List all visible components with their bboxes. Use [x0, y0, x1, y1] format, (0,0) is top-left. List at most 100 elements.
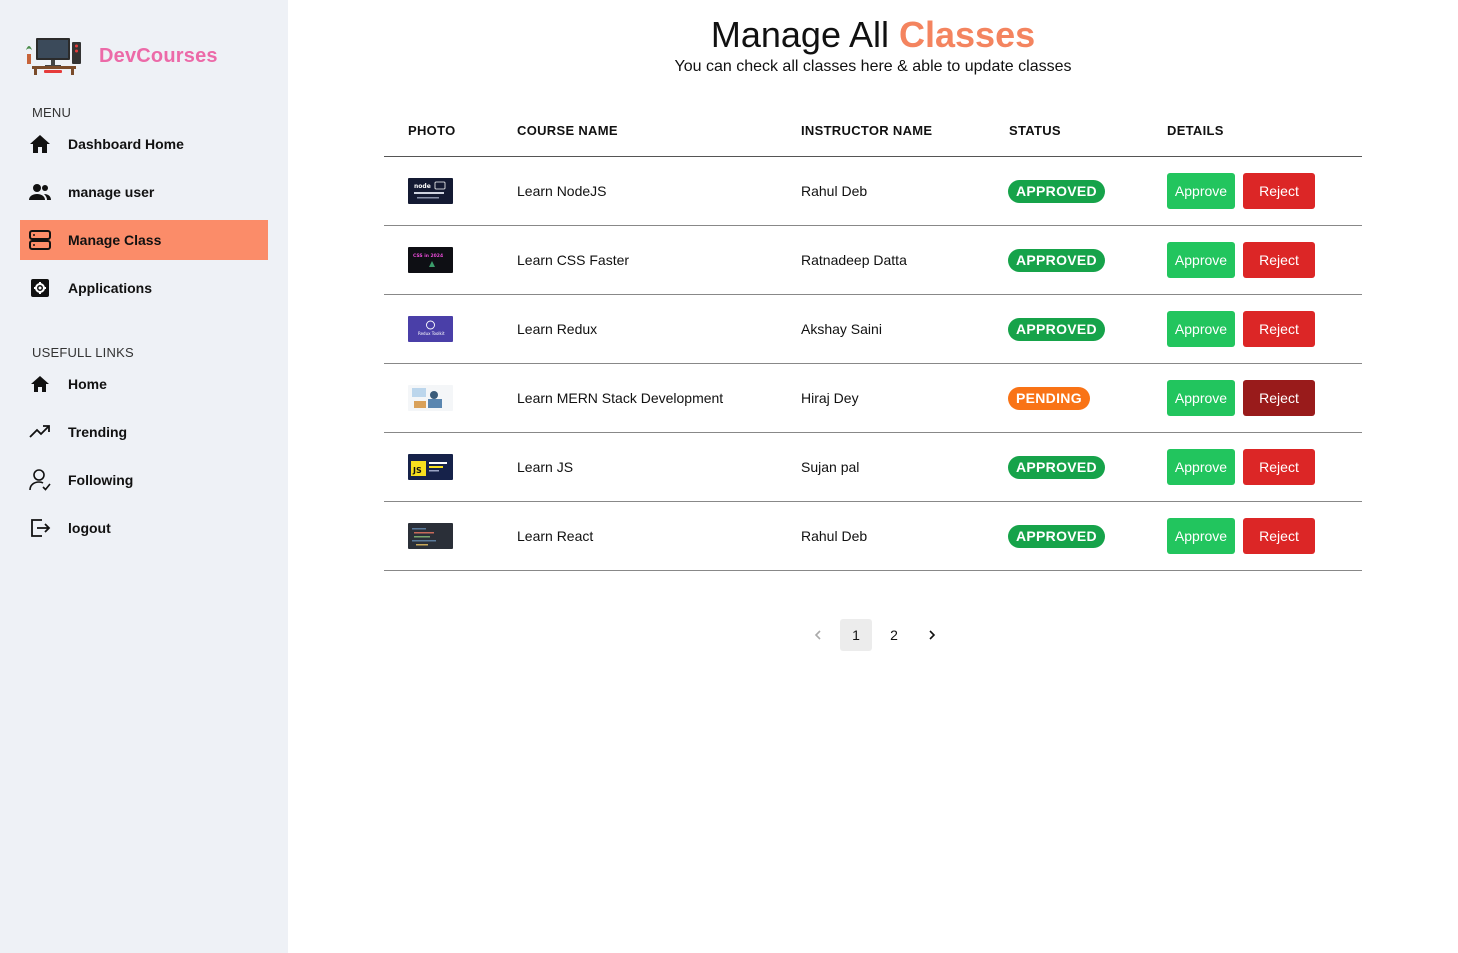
page-title-main: Manage All	[710, 14, 899, 55]
photo-cell: Redux Toolkit	[408, 295, 453, 363]
status-badge: APPROVED	[1008, 524, 1105, 548]
sidebar-item-applications[interactable]: Applications	[20, 268, 268, 308]
status-badge: APPROVED	[1008, 317, 1105, 341]
mern-thumbnail-icon	[408, 385, 453, 411]
status-cell: PENDING	[1008, 364, 1090, 432]
sidebar-item-logout[interactable]: logout	[20, 508, 268, 548]
user-check-icon	[28, 468, 52, 492]
thumb-text: Redux Toolkit	[418, 331, 445, 336]
course-name-cell: Learn CSS Faster	[517, 252, 630, 268]
sidebar: DevCourses MENU Dashboard Home manage us…	[0, 0, 288, 953]
course-name-cell: Learn MERN Stack Development	[517, 390, 724, 406]
reject-button[interactable]: Reject	[1243, 242, 1315, 278]
instructor-name-cell: Hiraj Dey	[801, 390, 859, 406]
sidebar-item-label: Home	[68, 376, 107, 392]
course-name-cell: Learn React	[517, 528, 594, 544]
reject-button[interactable]: Reject	[1243, 449, 1315, 485]
previous-page-button[interactable]	[802, 619, 834, 651]
sidebar-item-label: Manage Class	[68, 232, 162, 248]
home-icon	[28, 372, 52, 396]
status-badge: APPROVED	[1008, 455, 1105, 479]
thumb-text: JS	[412, 466, 422, 475]
reject-button[interactable]: Reject	[1243, 311, 1315, 347]
approve-button[interactable]: Approve	[1167, 518, 1235, 554]
instructor-name-cell: Akshay Saini	[801, 321, 882, 337]
photo-cell: node	[408, 157, 453, 225]
sidebar-item-trending[interactable]: Trending	[20, 412, 268, 452]
column-header-course-name: COURSE NAME	[517, 123, 618, 138]
main-content: Manage All Classes You can check all cla…	[288, 0, 1458, 953]
page-subtitle: You can check all classes here & able to…	[674, 58, 1072, 75]
menu-section-label: MENU	[32, 105, 72, 120]
photo-cell: JS	[408, 433, 453, 501]
details-cell: Approve Reject	[1167, 364, 1315, 432]
instructor-name-cell: Ratnadeep Datta	[801, 252, 907, 268]
links-section-label: USEFULL LINKS	[32, 345, 134, 360]
approve-button[interactable]: Approve	[1167, 449, 1235, 485]
table-row: node Learn NodeJS Rahul Deb APPROVED App…	[384, 157, 1362, 226]
course-name-cell: Learn Redux	[517, 321, 598, 337]
sidebar-item-label: Following	[68, 472, 134, 488]
reject-button[interactable]: Reject	[1243, 173, 1315, 209]
instructor-name-cell: Rahul Deb	[801, 528, 868, 544]
brand-name: DevCourses	[99, 44, 218, 67]
logout-icon	[28, 516, 52, 540]
css-thumbnail-icon: CSS in 2024	[408, 247, 453, 273]
instructor-name-cell: Sujan pal	[801, 459, 860, 475]
sidebar-item-manage-user[interactable]: manage user	[20, 172, 268, 212]
table-header: PHOTO COURSE NAME INSTRUCTOR NAME STATUS…	[384, 104, 1362, 157]
js-thumbnail-icon: JS	[408, 454, 453, 480]
photo-cell: CSS in 2024	[408, 226, 453, 294]
reject-button[interactable]: Reject	[1243, 518, 1315, 554]
approve-button[interactable]: Approve	[1167, 380, 1235, 416]
column-header-details: DETAILS	[1167, 123, 1224, 138]
sidebar-item-manage-class[interactable]: Manage Class	[20, 220, 268, 260]
column-header-status: STATUS	[1009, 123, 1061, 138]
table-row: CSS in 2024 Learn CSS Faster Ratnadeep D…	[384, 226, 1362, 295]
brand[interactable]: DevCourses	[22, 36, 218, 76]
server-icon	[28, 228, 52, 252]
sidebar-item-following[interactable]: Following	[20, 460, 268, 500]
next-page-button[interactable]	[916, 619, 948, 651]
status-cell: APPROVED	[1008, 226, 1105, 294]
table-row: Learn React Rahul Deb APPROVED Approve R…	[384, 502, 1362, 571]
node-thumbnail-icon: node	[408, 178, 453, 204]
pagination: 1 2	[802, 619, 954, 651]
gear-box-icon	[28, 276, 52, 300]
page-title-accent: Classes	[899, 14, 1036, 55]
details-cell: Approve Reject	[1167, 433, 1315, 501]
thumb-text: node	[414, 183, 431, 190]
sidebar-item-label: Dashboard Home	[68, 136, 184, 152]
approve-button[interactable]: Approve	[1167, 311, 1235, 347]
page-2-button[interactable]: 2	[878, 619, 910, 651]
sidebar-item-home[interactable]: Home	[20, 364, 268, 404]
details-cell: Approve Reject	[1167, 502, 1315, 570]
status-cell: APPROVED	[1008, 502, 1105, 570]
details-cell: Approve Reject	[1167, 295, 1315, 363]
photo-cell	[408, 502, 453, 570]
chevron-right-icon	[929, 630, 936, 640]
page-1-button[interactable]: 1	[840, 619, 872, 651]
computer-desk-logo-icon	[26, 38, 81, 75]
column-header-photo: PHOTO	[408, 123, 456, 138]
status-cell: APPROVED	[1008, 157, 1105, 225]
sidebar-item-label: logout	[68, 520, 111, 536]
details-cell: Approve Reject	[1167, 226, 1315, 294]
chevron-left-icon	[814, 630, 821, 640]
table-row: Learn MERN Stack Development Hiraj Dey P…	[384, 364, 1362, 433]
status-badge: APPROVED	[1008, 248, 1105, 272]
approve-button[interactable]: Approve	[1167, 242, 1235, 278]
instructor-name-cell: Rahul Deb	[801, 183, 868, 199]
status-cell: APPROVED	[1008, 433, 1105, 501]
course-name-cell: Learn JS	[517, 459, 574, 475]
redux-thumbnail-icon: Redux Toolkit	[408, 316, 453, 342]
approve-button[interactable]: Approve	[1167, 173, 1235, 209]
trending-up-icon	[28, 420, 52, 444]
classes-table: PHOTO COURSE NAME INSTRUCTOR NAME STATUS…	[384, 104, 1362, 571]
reject-button[interactable]: Reject	[1243, 380, 1315, 416]
status-badge: PENDING	[1008, 386, 1090, 410]
sidebar-item-dashboard-home[interactable]: Dashboard Home	[20, 124, 268, 164]
table-row: Redux Toolkit Learn Redux Akshay Saini A…	[384, 295, 1362, 364]
sidebar-item-label: manage user	[68, 184, 155, 200]
sidebar-item-label: Applications	[68, 280, 153, 296]
